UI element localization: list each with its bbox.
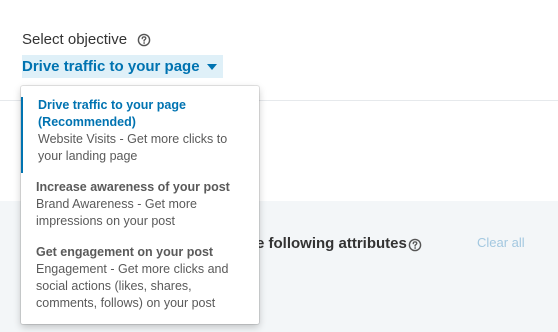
option-description: comments, follows) on your post xyxy=(36,296,216,310)
dropdown-option-get-engagement[interactable]: Get engagement on your post Engagement -… xyxy=(21,244,259,312)
option-description: Engagement - Get more clicks and xyxy=(36,262,229,276)
attributes-heading: e following attributes xyxy=(256,235,407,252)
question-circle-icon[interactable] xyxy=(137,33,151,47)
dropdown-option-drive-traffic[interactable]: Drive traffic to your page (Recommended)… xyxy=(21,97,259,173)
option-description: impressions on your post xyxy=(36,214,175,228)
option-description: social actions (likes, shares, xyxy=(36,279,192,293)
clear-all-button[interactable]: Clear all xyxy=(477,235,525,250)
option-description: Website Visits - Get more clicks to xyxy=(38,132,228,146)
option-title: Drive traffic to your page xyxy=(38,98,186,112)
option-title: Increase awareness of your post xyxy=(36,180,230,194)
caret-down-icon xyxy=(206,63,217,70)
option-description: your landing page xyxy=(38,149,138,163)
question-circle-icon[interactable] xyxy=(408,238,422,252)
objective-selected-value: Drive traffic to your page xyxy=(22,58,200,75)
dropdown-option-increase-awareness[interactable]: Increase awareness of your post Brand Aw… xyxy=(21,179,259,230)
option-description: Brand Awareness - Get more xyxy=(36,197,197,211)
option-title-recommended: (Recommended) xyxy=(38,115,136,129)
objective-dropdown-menu: Drive traffic to your page (Recommended)… xyxy=(21,86,259,324)
objective-select[interactable]: Drive traffic to your page xyxy=(22,55,223,78)
option-title: Get engagement on your post xyxy=(36,245,214,259)
objective-label: Select objective xyxy=(22,31,128,48)
